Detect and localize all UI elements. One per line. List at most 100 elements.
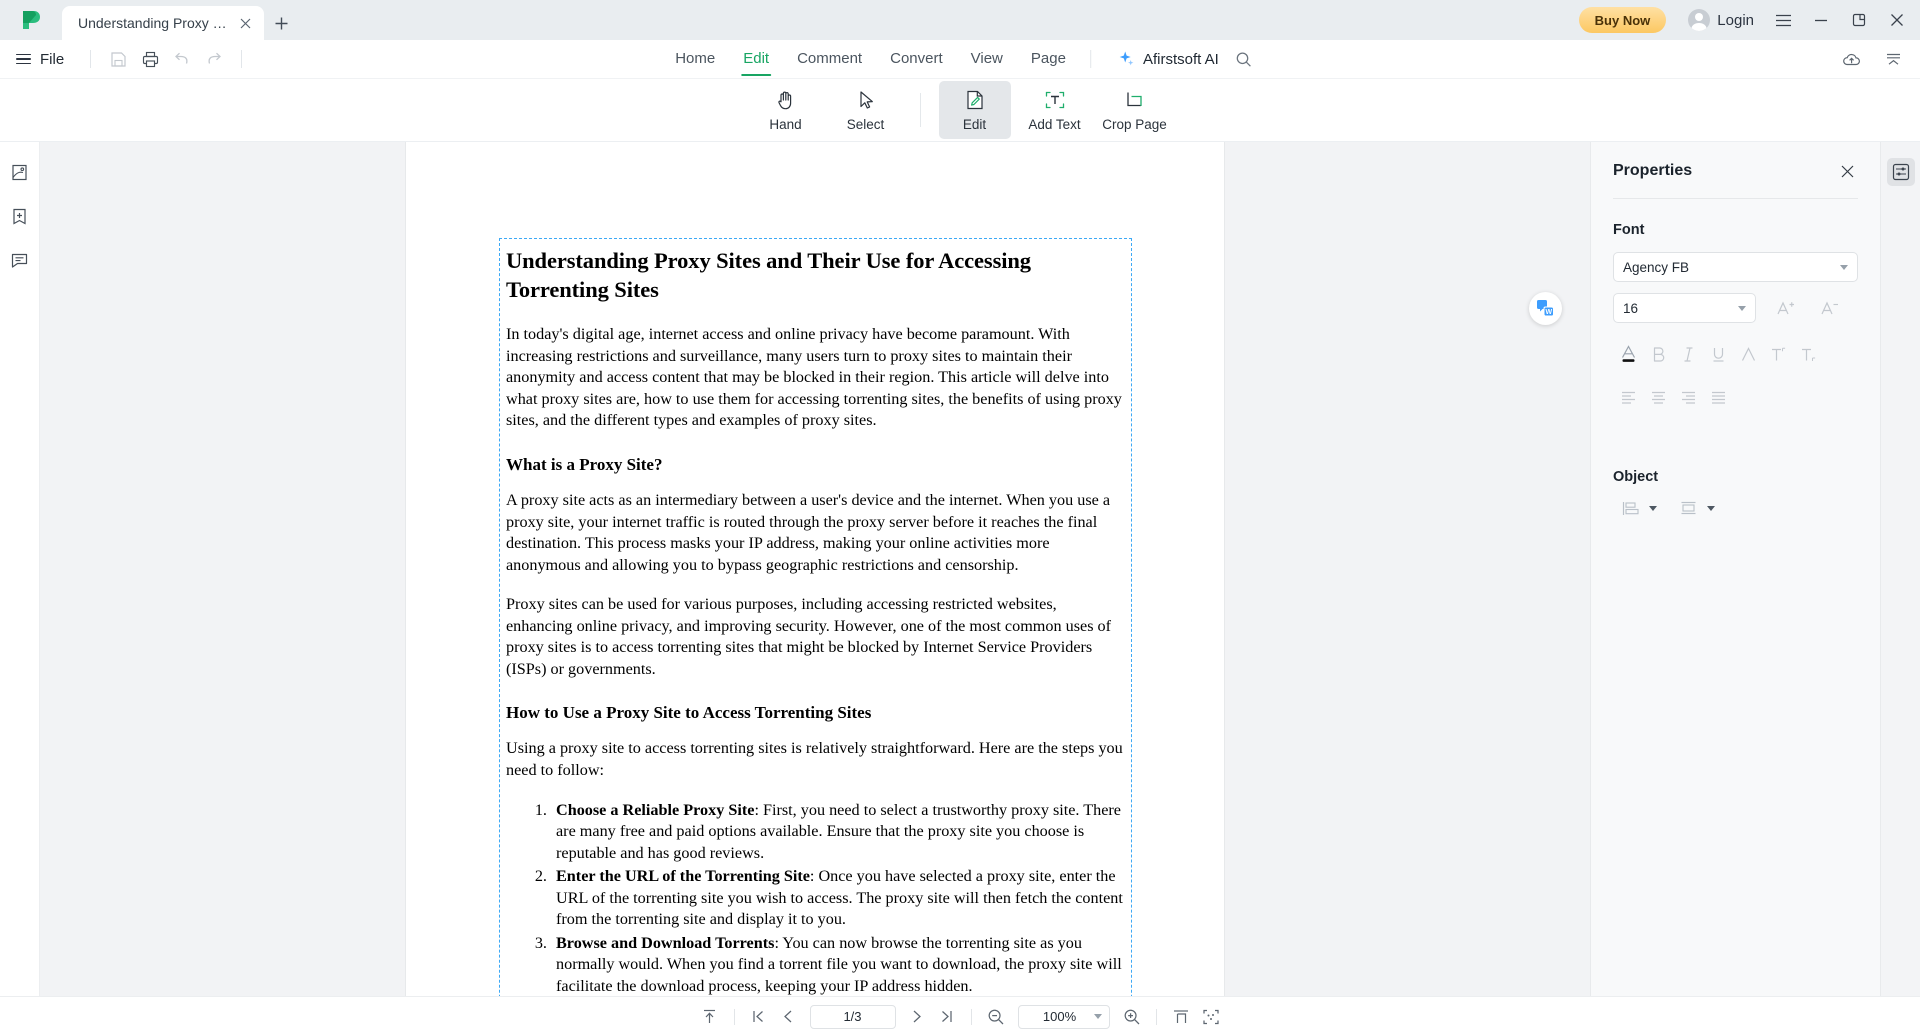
fit-page-icon[interactable] xyxy=(1196,1003,1226,1031)
scroll-to-top-icon[interactable] xyxy=(695,1003,725,1031)
hand-icon xyxy=(775,88,797,112)
arrange-objects-button[interactable] xyxy=(1679,499,1715,518)
zoom-in-icon[interactable] xyxy=(1117,1003,1147,1031)
login-button[interactable]: Login xyxy=(1680,9,1762,31)
properties-panel-toggle-icon[interactable] xyxy=(1886,158,1915,186)
font-color-icon[interactable] xyxy=(1613,340,1643,368)
font-size-select[interactable]: 16 xyxy=(1613,293,1756,323)
divider xyxy=(919,93,921,127)
chevron-down-icon xyxy=(1707,506,1715,511)
undo-icon[interactable] xyxy=(167,45,197,73)
decrease-font-size-icon[interactable] xyxy=(1814,294,1844,322)
font-size-row: 16 xyxy=(1613,293,1858,323)
print-icon[interactable] xyxy=(135,45,165,73)
align-objects-button[interactable] xyxy=(1621,499,1657,518)
minimize-button[interactable] xyxy=(1804,0,1838,40)
svg-text:W: W xyxy=(1545,309,1552,316)
file-menu-button[interactable]: File xyxy=(40,51,64,68)
page-number-input[interactable]: 1/3 xyxy=(809,1004,896,1029)
menu-page[interactable]: Page xyxy=(1017,42,1080,76)
align-right-icon[interactable] xyxy=(1673,383,1703,411)
align-center-icon[interactable] xyxy=(1643,383,1673,411)
tool-add-text[interactable]: Add Text xyxy=(1019,81,1091,139)
document-canvas[interactable]: Understanding Proxy Sites and Their Use … xyxy=(40,142,1590,996)
tool-label: Edit xyxy=(962,117,987,132)
menu-view[interactable]: View xyxy=(957,42,1017,76)
sidebar-item-bookmarks[interactable] xyxy=(6,202,34,230)
menu-home[interactable]: Home xyxy=(661,42,729,76)
buy-now-button[interactable]: Buy Now xyxy=(1578,7,1667,33)
zoom-out-icon[interactable] xyxy=(981,1003,1011,1031)
hamburger-icon[interactable] xyxy=(16,53,31,65)
align-justify-icon[interactable] xyxy=(1703,383,1733,411)
text-align-buttons xyxy=(1613,383,1858,411)
document-paragraph: Proxy sites can be used for various purp… xyxy=(506,595,1112,678)
underline-icon[interactable] xyxy=(1703,340,1733,368)
document-content: Understanding Proxy Sites and Their Use … xyxy=(506,247,1125,996)
menu-comment[interactable]: Comment xyxy=(783,42,876,76)
edit-document-icon xyxy=(964,88,986,112)
translate-button[interactable]: W xyxy=(1529,292,1562,325)
font-family-value: Agency FB xyxy=(1623,259,1690,275)
close-icon[interactable] xyxy=(1836,160,1858,182)
subscript-icon[interactable] xyxy=(1793,340,1823,368)
text-format-buttons xyxy=(1613,340,1858,368)
afirstsoft-ai-button[interactable]: Afirstsoft AI xyxy=(1117,50,1219,68)
tool-hand[interactable]: Hand xyxy=(750,81,822,139)
tool-select[interactable]: Select xyxy=(830,81,902,139)
align-left-icon[interactable] xyxy=(1613,383,1643,411)
page-thumbnail-icon xyxy=(10,163,29,182)
close-icon[interactable] xyxy=(236,14,254,32)
last-page-icon[interactable] xyxy=(932,1003,962,1031)
divider xyxy=(733,1008,735,1025)
cloud-upload-icon[interactable] xyxy=(1836,45,1866,73)
tool-edit[interactable]: Edit xyxy=(938,81,1011,139)
file-group: File xyxy=(0,45,252,73)
redo-icon[interactable] xyxy=(199,45,229,73)
left-sidebar xyxy=(0,142,40,996)
cursor-arrow-icon xyxy=(855,88,877,112)
sidebar-item-thumbnails[interactable] xyxy=(6,158,34,186)
chevron-down-icon xyxy=(1093,1014,1102,1019)
tool-label: Hand xyxy=(769,117,802,132)
menu-edit[interactable]: Edit xyxy=(729,42,783,76)
object-section-label: Object xyxy=(1613,469,1659,485)
selected-text-block[interactable]: Understanding Proxy Sites and Their Use … xyxy=(499,238,1132,996)
divider xyxy=(1155,1008,1157,1025)
italic-icon[interactable] xyxy=(1673,340,1703,368)
sidebar-item-comments[interactable] xyxy=(6,246,34,274)
font-section-label: Font xyxy=(1613,222,1645,238)
tool-crop-page[interactable]: Crop Page xyxy=(1099,81,1171,139)
zoom-level-select[interactable]: 100% xyxy=(1017,1004,1110,1029)
superscript-icon[interactable] xyxy=(1763,340,1793,368)
tool-label: Select xyxy=(846,117,885,132)
menubar-right-group xyxy=(1836,45,1908,73)
search-icon[interactable] xyxy=(1229,45,1259,73)
workspace: Understanding Proxy Sites and Their Use … xyxy=(0,142,1920,996)
app-menu-button[interactable] xyxy=(1766,0,1800,40)
first-page-icon[interactable] xyxy=(744,1003,774,1031)
increase-font-size-icon[interactable] xyxy=(1770,294,1800,322)
align-objects-icon xyxy=(1621,499,1640,518)
document-paragraph: In today's digital age, internet access … xyxy=(506,325,1122,430)
list-item: Choose a Reliable Proxy Site: First, you… xyxy=(551,800,1125,865)
previous-page-icon[interactable] xyxy=(774,1003,804,1031)
new-tab-button[interactable] xyxy=(264,6,298,40)
collapse-ribbon-icon[interactable] xyxy=(1878,45,1908,73)
zoom-level-value: 100% xyxy=(1042,1009,1077,1024)
restore-button[interactable] xyxy=(1842,0,1876,40)
menu-convert[interactable]: Convert xyxy=(876,42,957,76)
fit-width-icon[interactable] xyxy=(1166,1003,1196,1031)
strikethrough-icon[interactable] xyxy=(1733,340,1763,368)
step-term: Choose a Reliable Proxy Site xyxy=(556,800,755,819)
pdf-page[interactable]: Understanding Proxy Sites and Their Use … xyxy=(406,142,1224,996)
document-paragraph: A proxy site acts as an intermediary bet… xyxy=(506,490,1111,574)
window-close-icon[interactable] xyxy=(1880,0,1914,40)
next-page-icon[interactable] xyxy=(902,1003,932,1031)
right-rail xyxy=(1880,142,1920,996)
divider xyxy=(970,1008,972,1025)
font-family-select[interactable]: Agency FB xyxy=(1613,252,1858,282)
bold-icon[interactable] xyxy=(1643,340,1673,368)
document-tab[interactable]: Understanding Proxy Sit... xyxy=(62,6,264,40)
save-icon[interactable] xyxy=(103,45,133,73)
